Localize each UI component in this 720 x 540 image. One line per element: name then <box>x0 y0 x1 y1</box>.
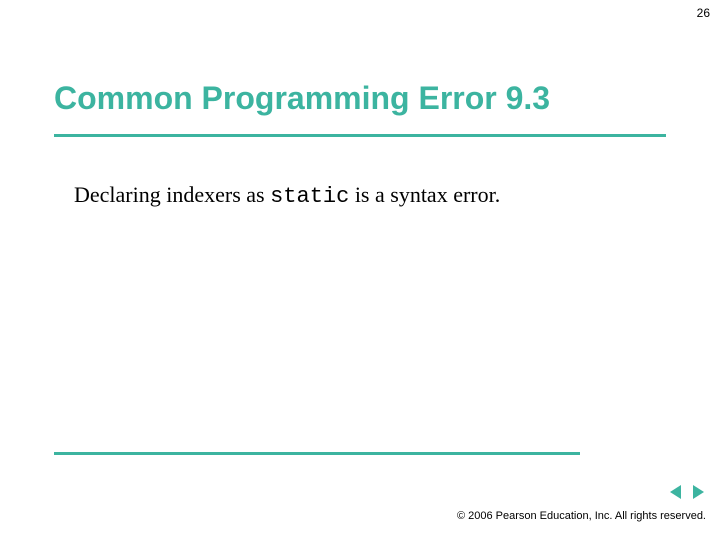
next-button[interactable] <box>690 484 706 500</box>
triangle-right-icon <box>690 484 706 500</box>
body-suffix: is a syntax error. <box>349 182 500 207</box>
nav-controls <box>668 484 706 500</box>
prev-button[interactable] <box>668 484 684 500</box>
bottom-rule <box>54 452 580 455</box>
body-text: Declaring indexers as static is a syntax… <box>74 182 500 209</box>
copyright-text: © 2006 Pearson Education, Inc. All right… <box>457 510 706 522</box>
slide-title: Common Programming Error 9.3 <box>54 80 550 117</box>
body-prefix: Declaring indexers as <box>74 182 270 207</box>
title-underline <box>54 134 666 137</box>
page-number: 26 <box>697 6 710 20</box>
body-code: static <box>270 184 349 209</box>
triangle-left-icon <box>668 484 684 500</box>
